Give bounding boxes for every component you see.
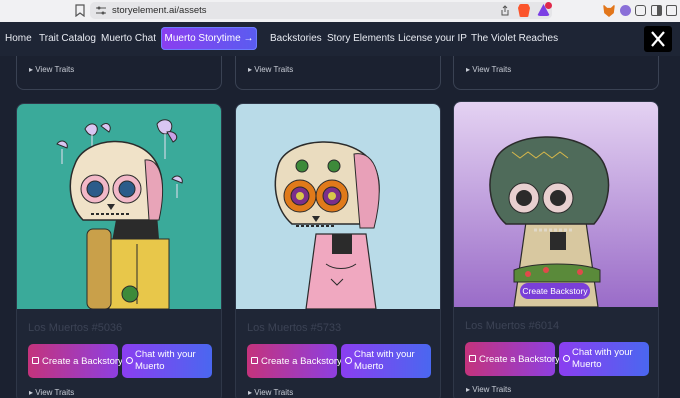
button-label: Create a Backstory xyxy=(42,355,123,367)
document-icon xyxy=(32,357,39,364)
puzzle-icon[interactable] xyxy=(635,5,646,16)
view-traits-link[interactable]: ▸ View Traits xyxy=(29,388,74,397)
asset-card: Los Muertos #5733 Create a Backstory Cha… xyxy=(235,103,441,398)
sidebar-icon[interactable] xyxy=(651,5,662,16)
button-label: Create a Backstory xyxy=(479,353,560,365)
nav-story-elements[interactable]: Story Elements xyxy=(327,33,395,44)
create-backstory-button[interactable]: Create a Backstory xyxy=(247,344,342,378)
button-label: Chat with your Muerto xyxy=(572,347,633,370)
extension-icon[interactable] xyxy=(620,5,631,16)
asset-name: Los Muertos #5733 xyxy=(247,322,342,334)
chat-muerto-button[interactable]: Chat with your Muerto xyxy=(122,344,212,378)
wallet-icon[interactable] xyxy=(666,5,677,16)
view-traits-link[interactable]: ▸ View Traits xyxy=(248,388,293,397)
notification-badge xyxy=(545,2,552,9)
address-bar[interactable]: storyelement.ai/assets xyxy=(90,2,552,19)
nav-license-ip[interactable]: License your IP xyxy=(398,33,467,44)
nav-trait-catalog[interactable]: Trait Catalog xyxy=(39,33,96,44)
button-label: Create a Backstory xyxy=(261,355,342,367)
chat-icon xyxy=(126,357,133,364)
chat-muerto-button[interactable]: Chat with your Muerto xyxy=(341,344,431,378)
brave-shield-icon[interactable] xyxy=(518,4,530,17)
asset-card-previous: ▸ View Traits xyxy=(235,56,441,90)
document-icon xyxy=(251,357,258,364)
site-nav: Home Trait Catalog Muerto Chat Muerto St… xyxy=(0,22,680,56)
view-traits-link[interactable]: ▸ View Traits xyxy=(466,385,511,394)
asset-card: Los Muertos #5036 Create a Backstory Cha… xyxy=(16,103,222,398)
button-label: Chat with your Muerto xyxy=(135,349,196,372)
asset-card-previous: ▸ View Traits xyxy=(453,56,659,90)
metamask-icon[interactable] xyxy=(603,4,615,17)
nav-muerto-chat[interactable]: Muerto Chat xyxy=(101,33,156,44)
view-traits-link[interactable]: ▸ View Traits xyxy=(248,65,293,74)
create-backstory-tooltip: Create Backstory xyxy=(520,283,590,299)
browser-toolbar: storyelement.ai/assets xyxy=(0,0,680,22)
nft-image[interactable] xyxy=(17,104,222,309)
document-icon xyxy=(469,355,476,362)
chat-icon xyxy=(345,357,352,364)
nav-muerto-storytime-button[interactable]: Muerto Storytime → xyxy=(161,27,257,50)
x-social-button[interactable] xyxy=(644,26,672,52)
view-traits-link[interactable]: ▸ View Traits xyxy=(466,65,511,74)
asset-card: Los Muertos #6014 Create a Backstory Cha… xyxy=(453,101,659,398)
url-text[interactable]: storyelement.ai/assets xyxy=(112,5,207,16)
share-icon[interactable] xyxy=(500,5,510,16)
bookmark-icon[interactable] xyxy=(75,4,85,17)
nft-image[interactable] xyxy=(236,104,441,309)
asset-name: Los Muertos #6014 xyxy=(465,320,560,332)
view-traits-link[interactable]: ▸ View Traits xyxy=(29,65,74,74)
chat-icon xyxy=(563,355,570,362)
create-backstory-button[interactable]: Create a Backstory xyxy=(28,344,123,378)
nav-home[interactable]: Home xyxy=(5,33,32,44)
nav-violet-reaches[interactable]: The Violet Reaches xyxy=(471,33,558,44)
asset-name: Los Muertos #5036 xyxy=(28,322,123,334)
button-label: Chat with your Muerto xyxy=(354,349,415,372)
nav-backstories[interactable]: Backstories xyxy=(270,33,322,44)
x-logo-icon xyxy=(651,31,665,47)
create-backstory-button[interactable]: Create a Backstory xyxy=(465,342,560,376)
asset-card-previous: ▸ View Traits xyxy=(16,56,222,90)
nft-image[interactable] xyxy=(454,102,659,307)
chat-muerto-button[interactable]: Chat with your Muerto xyxy=(559,342,649,376)
tune-icon[interactable] xyxy=(96,6,106,15)
